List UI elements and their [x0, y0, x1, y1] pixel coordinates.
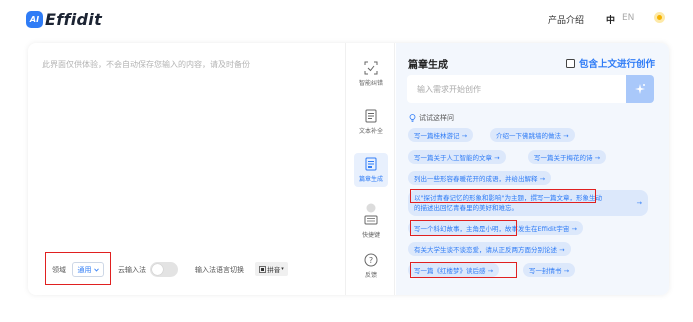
suggestion-chip[interactable]: 写一篇桂林游记 →: [408, 128, 474, 142]
lang-en-option[interactable]: EN: [622, 13, 634, 23]
suggestion-chip[interactable]: 介绍一下佛跳墙的做法 →: [490, 128, 575, 142]
logo-text: Effidit: [45, 10, 103, 29]
nav-product-intro[interactable]: 产品介绍: [548, 13, 584, 26]
sparkle-icon: [635, 84, 645, 94]
suggestion-hint-text: 试试这样问: [419, 114, 454, 122]
cloud-input-toggle[interactable]: [150, 262, 178, 277]
tool-label: 智能纠错: [358, 80, 383, 87]
tool-smart-error[interactable]: 智能纠错: [354, 61, 388, 87]
tool-shortcut[interactable]: 快捷键: [354, 213, 388, 239]
caret-down-icon: ▾: [281, 266, 284, 272]
tool-label: 快捷键: [361, 232, 380, 239]
highlight-box: [410, 189, 596, 203]
logo[interactable]: AI Effidit: [26, 10, 102, 29]
chevron-down-icon: [93, 268, 99, 272]
document-icon: [364, 109, 378, 123]
editor-placeholder: 此界面仅供体验，不会自动保存您输入的内容，请及时备份: [42, 60, 250, 69]
context-checkbox[interactable]: 包含上文进行创作: [566, 56, 655, 70]
tool-label: 文本补全: [358, 128, 383, 135]
highlight-box: [410, 220, 517, 236]
suggestion-chip[interactable]: 列出一些形容春暖花开的成语，并给出解释 →: [408, 171, 552, 185]
panel-title: 篇章生成: [408, 60, 448, 71]
lang-zh-option[interactable]: 中: [606, 13, 615, 26]
arrow-right-icon: →: [636, 199, 642, 207]
svg-text:?: ?: [369, 256, 373, 265]
app-root: AI Effidit 产品介绍 中 EN 此界面仅供体验，不会自动保存您输入的内…: [0, 0, 693, 322]
suggestion-chip[interactable]: 写一篇关于人工智能的文章 →: [408, 150, 506, 164]
lightbulb-icon: [409, 114, 416, 122]
tool-label: 反馈: [364, 272, 377, 279]
suggestion-chip[interactable]: 有关大学生谈不谈恋爱，请从正反两方面分别论述 →: [408, 242, 571, 256]
theme-toggle-icon[interactable]: [654, 12, 665, 23]
logo-badge: AI: [26, 11, 43, 28]
field-select[interactable]: 通用: [72, 262, 104, 277]
sun-icon: [657, 15, 662, 20]
highlight-box: [410, 262, 517, 278]
suggestion-chip[interactable]: 写一篇关于梅花的诗 →: [528, 150, 607, 164]
tool-text-complete[interactable]: 文本补全: [354, 109, 388, 135]
article-icon: [364, 157, 378, 171]
tool-column: 智能纠错 文本补全 篇章生成 快捷键 ? 反馈: [345, 43, 395, 295]
checkbox-box[interactable]: [566, 58, 575, 68]
scan-correct-icon: [364, 61, 378, 75]
pinyin-button[interactable]: 拼音 ▾: [255, 262, 288, 276]
keyboard-icon: [364, 213, 378, 227]
help-circle-icon: ?: [364, 253, 378, 267]
keyboard-icon: [259, 265, 267, 273]
toggle-knob: [152, 264, 163, 275]
suggestion-hint: 试试这样问: [409, 113, 454, 123]
generate-button[interactable]: [626, 75, 654, 103]
context-checkbox-label: 包含上文进行创作: [579, 59, 656, 70]
field-select-value: 通用: [77, 265, 92, 274]
tool-article-gen[interactable]: 篇章生成: [354, 153, 388, 187]
pinyin-label: 拼音: [267, 266, 281, 274]
tool-feedback[interactable]: ? 反馈: [354, 253, 388, 279]
top-header: AI Effidit 产品介绍 中 EN: [0, 0, 693, 38]
input-lang-switch-label: 输入法语言切换: [195, 266, 244, 274]
tool-label: 篇章生成: [358, 176, 383, 183]
multiline-row-2: 的描述出回忆青春里的美好和难忘。: [414, 204, 518, 212]
cloud-input-label: 云输入法: [118, 266, 146, 274]
field-label: 领域: [52, 266, 66, 274]
suggestion-chip[interactable]: 写一封情书 →: [523, 263, 576, 277]
prompt-input[interactable]: 输入需求开始创作: [407, 75, 626, 103]
